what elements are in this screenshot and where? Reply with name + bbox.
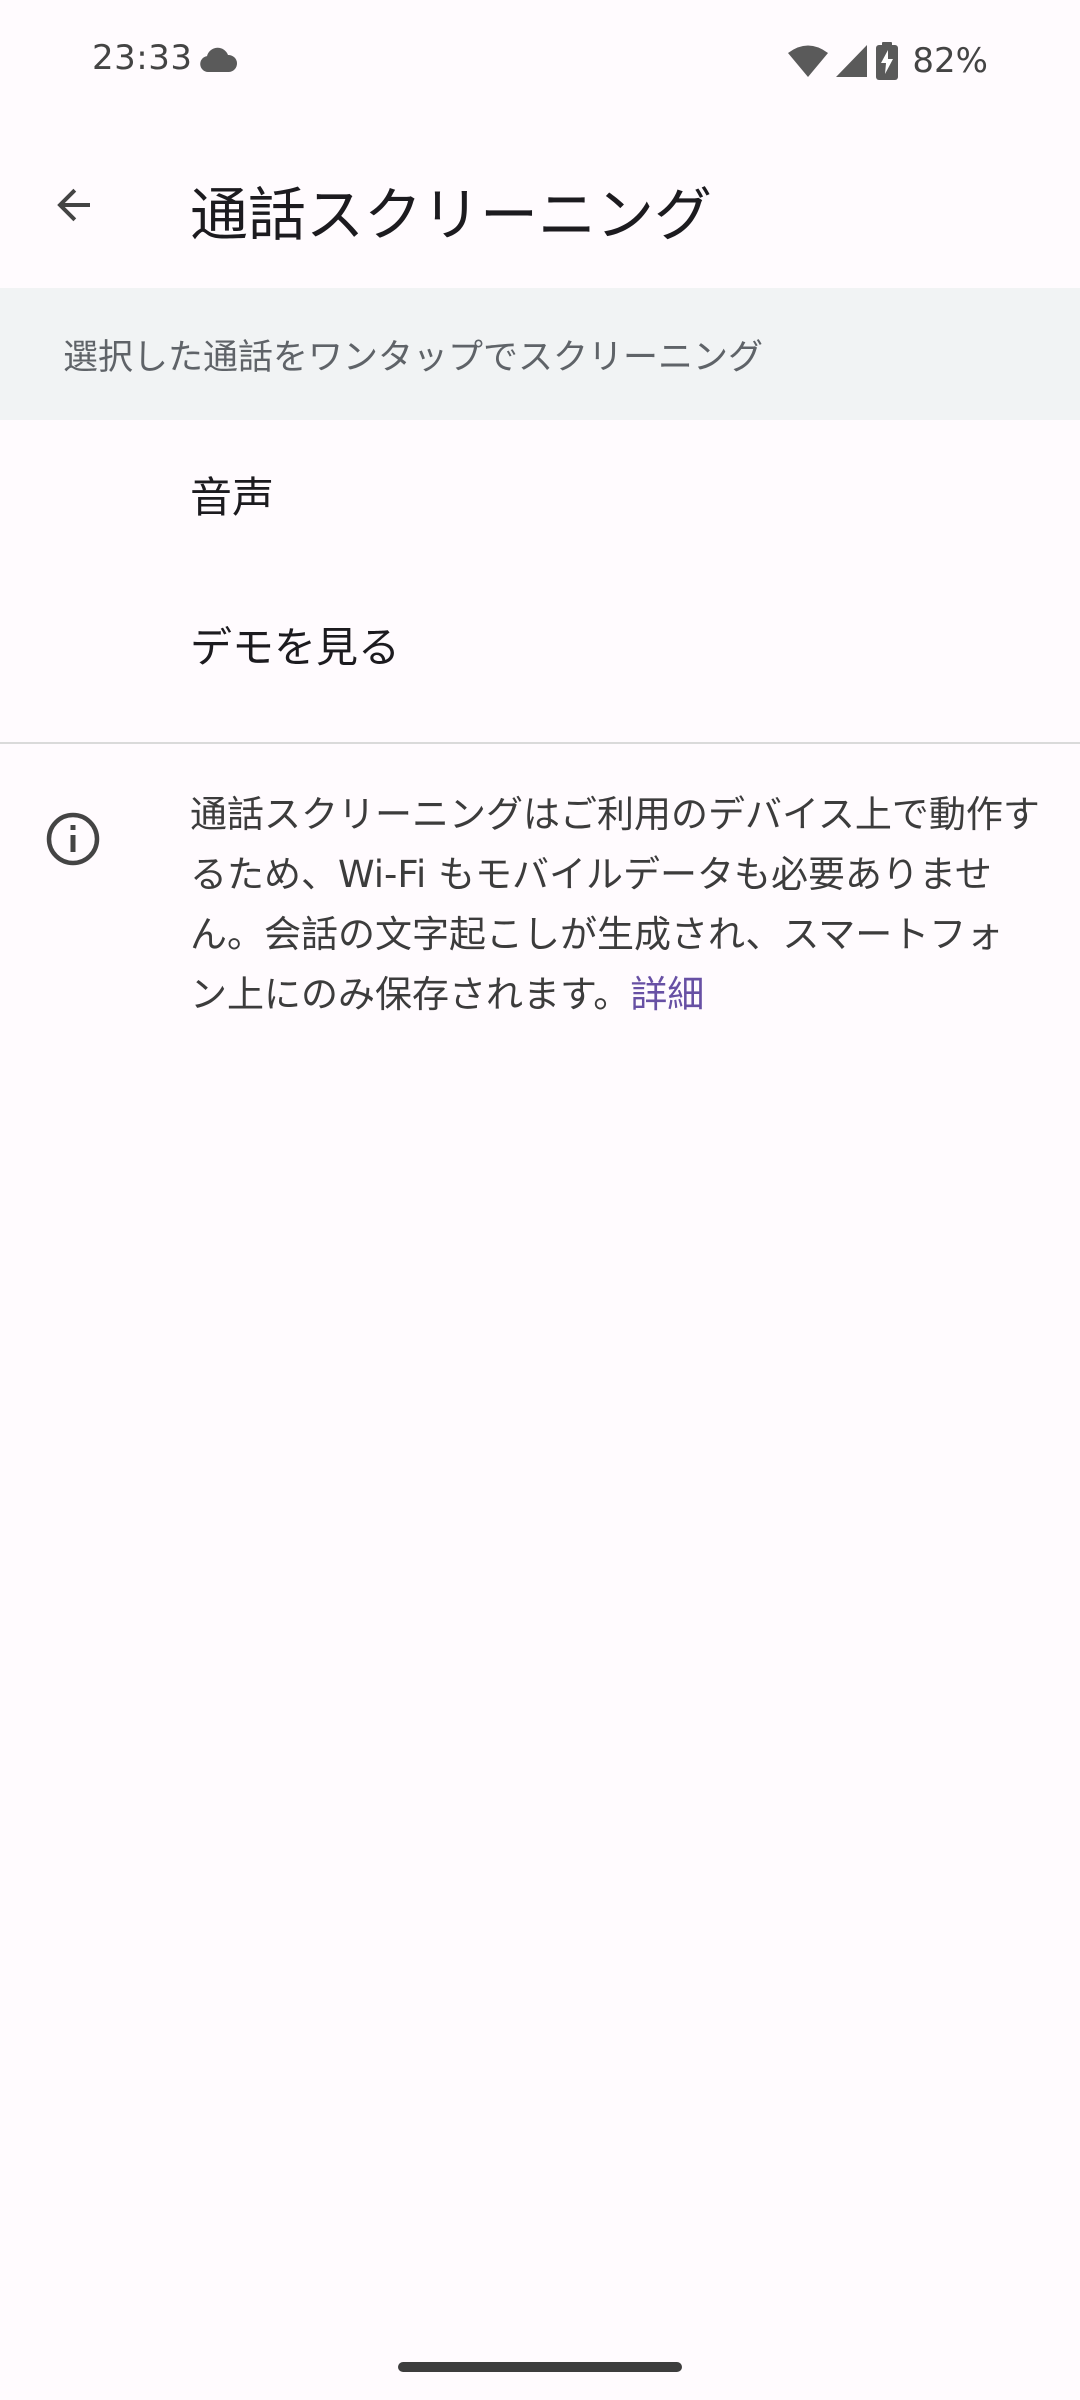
status-bar: 23:33 82% [0, 0, 1080, 120]
back-button[interactable] [38, 169, 110, 241]
app-bar: 通話スクリーニング [0, 140, 1080, 270]
learn-more-link[interactable]: 詳細 [630, 973, 704, 1016]
cell-signal-icon [836, 45, 868, 77]
battery-charging-icon [876, 42, 899, 80]
divider [0, 742, 1080, 744]
cloud-icon [200, 47, 238, 72]
section-header-text: 選択した通話をワンタップでスクリーニング [63, 337, 764, 378]
gesture-navigation-bar[interactable] [398, 2362, 682, 2372]
battery-percentage: 82% [912, 41, 988, 81]
info-description: 通話スクリーニングはご利用のデバイス上で動作するため、Wi-Fi もモバイルデー… [190, 785, 1040, 1025]
list-item-label: デモを見る [190, 622, 401, 672]
section-header: 選択した通話をワンタップでスクリーニング [0, 288, 1080, 420]
list-item-watch-demo[interactable]: デモを見る [0, 570, 1080, 718]
list-item-label: 音声 [190, 472, 275, 522]
info-description-text: 通話スクリーニングはご利用のデバイス上で動作するため、Wi-Fi もモバイルデー… [190, 793, 1040, 1016]
status-icons: 82% [788, 38, 988, 84]
wifi-icon [788, 45, 829, 77]
list-item-voice[interactable]: 音声 [0, 420, 1080, 568]
info-icon [46, 812, 100, 866]
page-title: 通話スクリーニング [190, 181, 713, 249]
status-time: 23:33 [92, 38, 193, 78]
arrow-back-icon [57, 188, 90, 222]
